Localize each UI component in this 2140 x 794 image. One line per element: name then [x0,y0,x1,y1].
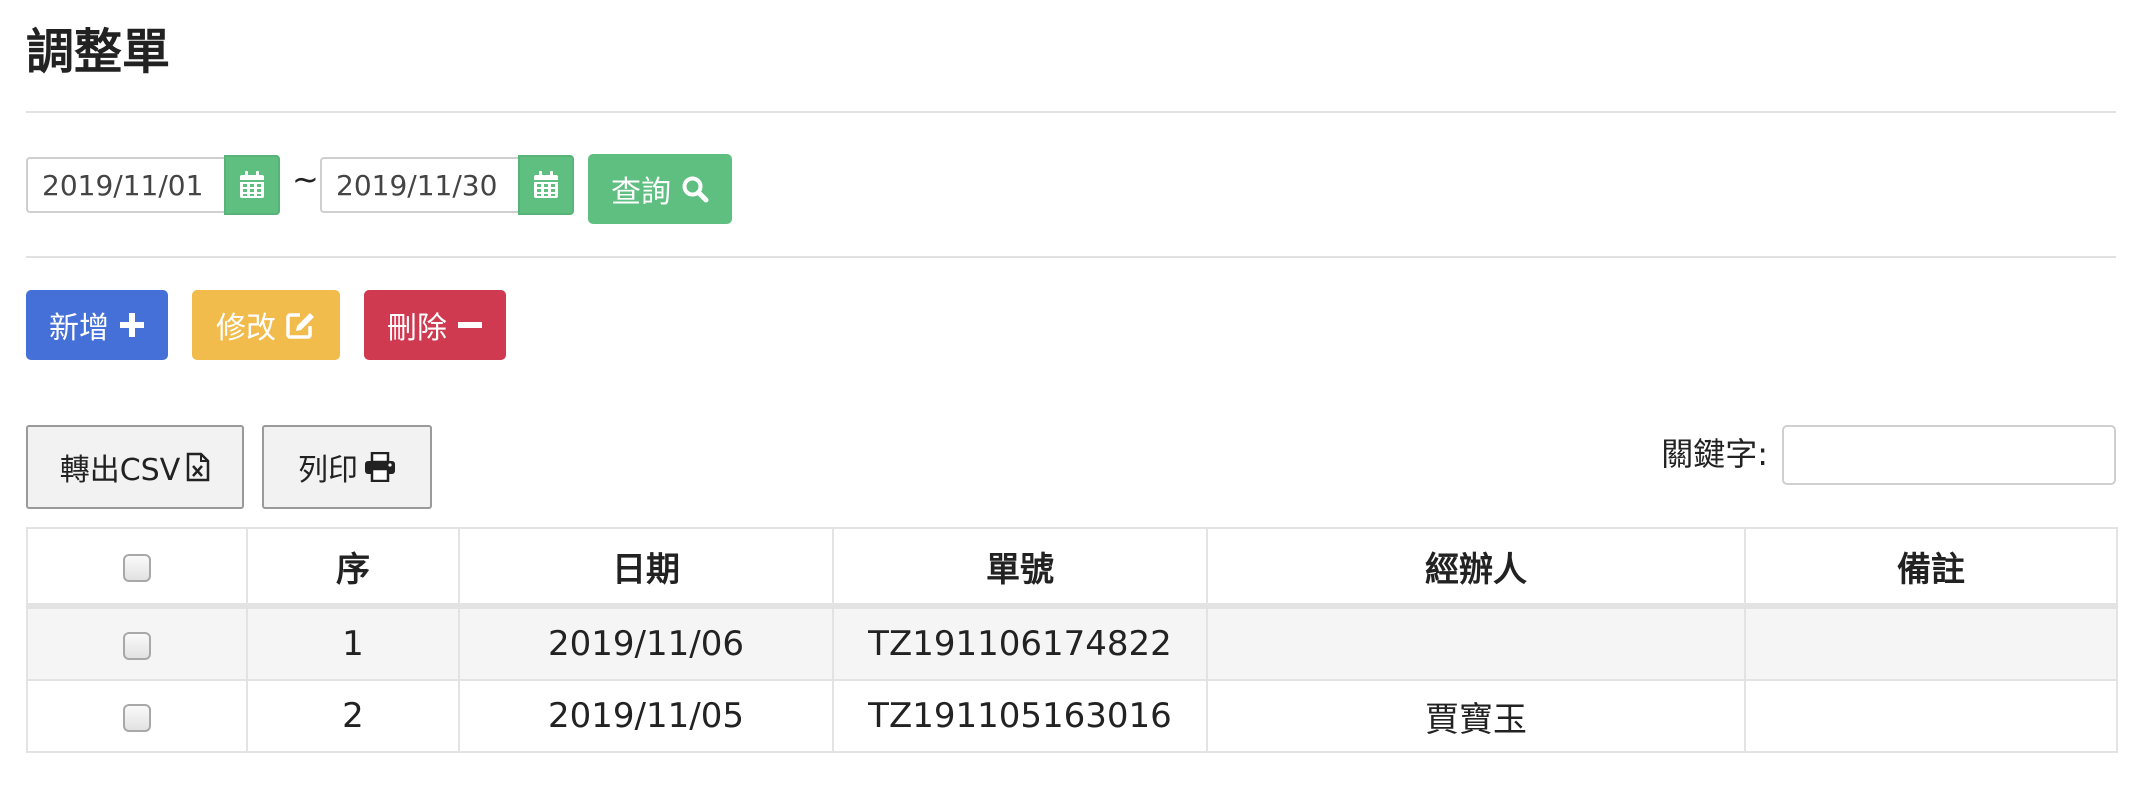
start-date-input[interactable] [26,157,224,213]
cell-handler [1206,605,1746,681]
row-select-cell [26,679,248,753]
export-csv-button[interactable]: 轉出CSV [26,425,244,509]
search-icon [682,176,709,203]
cell-number: TZ191106174822 [832,605,1208,681]
column-header-number[interactable]: 單號 [832,527,1208,609]
row-checkbox[interactable] [123,703,151,732]
row-checkbox[interactable] [123,631,151,660]
edit-button[interactable]: 修改 [192,290,340,360]
add-label: 新增 [49,311,109,346]
keyword-label: 關鍵字: [1661,435,1768,473]
cell-date: 2019/11/05 [458,679,834,753]
query-label: 查詢 [611,175,671,210]
column-header-note[interactable]: 備註 [1744,527,2118,609]
query-button[interactable]: 查詢 [588,154,732,224]
cell-note [1744,605,2118,681]
cell-seq: 2 [246,679,460,753]
end-date-input[interactable] [320,157,518,213]
column-header-handler[interactable]: 經辦人 [1206,527,1746,609]
cell-handler: 賈寶玉 [1206,679,1746,753]
table-row[interactable]: 1 2019/11/06 TZ191106174822 [26,605,2118,681]
edit-icon [286,313,314,339]
table-row[interactable]: 2 2019/11/05 TZ191105163016 賈寶玉 [26,679,2118,753]
minus-icon [458,322,482,328]
adjustment-table: 序 日期 單號 經辦人 備註 1 2019/11/06 TZ1911061748… [26,527,2118,753]
start-date-group [26,155,280,215]
delete-button[interactable]: 刪除 [364,290,506,360]
calendar-icon [534,171,558,198]
date-range-separator: ~ [292,160,319,198]
cell-note [1744,679,2118,753]
column-header-date[interactable]: 日期 [458,527,834,609]
print-button[interactable]: 列印 [262,425,432,509]
print-label: 列印 [298,453,358,488]
export-csv-label: 轉出CSV [59,453,181,488]
cell-seq: 1 [246,605,460,681]
divider [26,111,2116,113]
column-header-seq[interactable]: 序 [246,527,460,609]
divider [26,256,2116,258]
page-title: 調整單 [26,24,171,80]
plus-icon [120,313,144,337]
table-header-row: 序 日期 單號 經辦人 備註 [26,527,2118,609]
add-button[interactable]: 新增 [26,290,168,360]
start-date-calendar-button[interactable] [224,155,280,215]
print-icon [365,452,395,482]
cell-number: TZ191105163016 [832,679,1208,753]
delete-label: 刪除 [387,311,447,346]
select-all-cell [26,527,248,609]
page: 調整單 ~ [0,0,2140,794]
select-all-checkbox[interactable] [123,553,151,582]
edit-label: 修改 [216,311,276,346]
end-date-calendar-button[interactable] [518,155,574,215]
calendar-icon [240,171,264,198]
keyword-search-input[interactable] [1782,425,2116,485]
file-excel-icon [187,452,210,482]
end-date-group [320,155,574,215]
cell-date: 2019/11/06 [458,605,834,681]
row-select-cell [26,605,248,681]
